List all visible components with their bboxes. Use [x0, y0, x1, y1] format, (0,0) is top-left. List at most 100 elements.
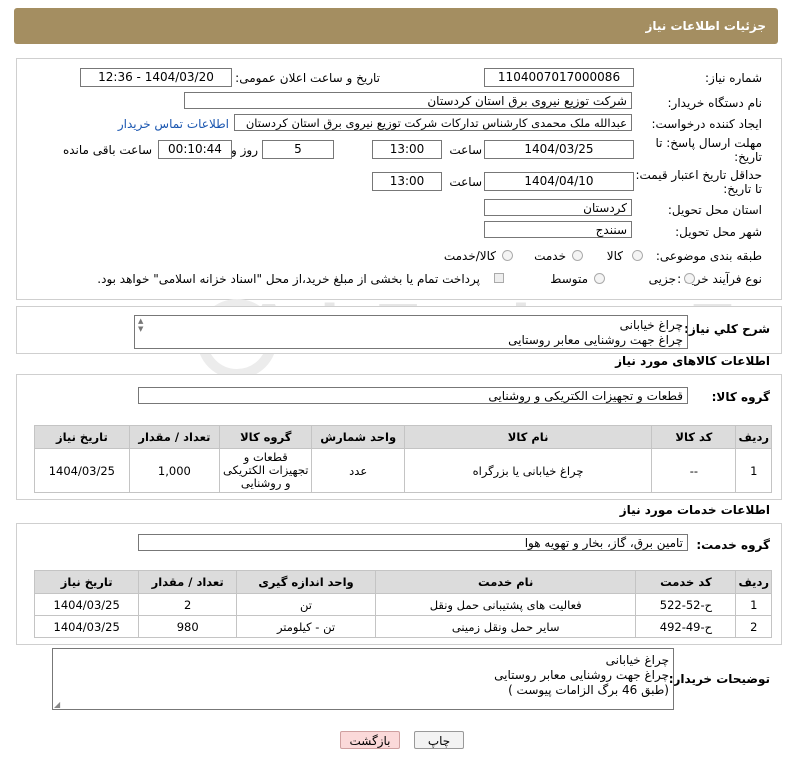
page-header: جزئیات اطلاعات نیاز [14, 8, 778, 44]
table-row: 1 ح-52-522 فعالیت های پشتیبانی حمل ونقل … [33, 593, 772, 616]
validity-time-field: 13:00 [372, 172, 442, 191]
services-table: ردیف کد خدمت نام خدمت واحد اندازه گیری ت… [33, 570, 772, 638]
deadline-label-2: تاریخ: [734, 150, 762, 164]
col-name: نام کالا [403, 425, 653, 449]
col-group: گروه کالا [219, 425, 313, 449]
col-qty: تعداد / مقدار [138, 570, 238, 594]
goods-qty: 1,000 [128, 448, 221, 493]
service-date: 1404/03/25 [33, 615, 140, 638]
summary-textarea[interactable]: چراغ خیابانی چراغ جهت روشنایی معابر روست… [134, 315, 688, 349]
buyer-notes-line-2: چراغ جهت روشنایی معابر روستایی [494, 668, 669, 682]
creator-field: عبدالله ملک محمدی کارشناس تدارکات شرکت ت… [234, 114, 632, 131]
services-group-field: تامین برق، گاز، بخار و تهویه هوا [138, 534, 688, 551]
buyer-contact-link[interactable]: اطلاعات تماس خریدار [118, 117, 229, 131]
col-unit: واحد شمارش [311, 425, 405, 449]
remaining-label: ساعت باقی مانده [62, 143, 152, 157]
services-table-header: ردیف کد خدمت نام خدمت واحد اندازه گیری ت… [33, 570, 772, 594]
validity-time-label: ساعت [449, 175, 482, 189]
validity-label-1: حداقل تاریخ اعتبار قیمت: [635, 168, 762, 182]
category-option-service: خدمت [534, 249, 566, 263]
table-row: 1 -- چراغ خیابانی یا بزرگراه عدد قطعات و… [34, 448, 772, 493]
col-row: ردیف [735, 425, 772, 449]
city-field: سنندج [484, 221, 632, 238]
buyer-org-field: شرکت توزیع نیروی برق استان کردستان [184, 92, 632, 109]
table-row: 2 ح-49-492 سایر حمل ونقل زمینی تن - کیلو… [33, 615, 772, 638]
province-label: استان محل تحویل: [667, 203, 762, 217]
goods-group-label: گروه کالا: [711, 390, 770, 404]
goods-section-title: اطلاعات کالاهای مورد نیاز [615, 354, 770, 368]
col-date: تاریخ نیاز [33, 570, 140, 594]
days-field: 5 [262, 140, 334, 159]
process-option-medium: متوسط [550, 272, 588, 286]
scroll-arrows-icon[interactable]: ▲ ▼ [138, 317, 143, 333]
col-code: کد خدمت [635, 570, 737, 594]
col-qty: تعداد / مقدار [128, 425, 221, 449]
process-option-minor: جزیی [648, 272, 676, 286]
goods-group-field: قطعات و تجهیزات الکتریکی و روشنایی [138, 387, 688, 404]
need-number-field: 1104007017000086 [484, 68, 634, 87]
print-button[interactable]: چاپ [414, 731, 464, 749]
buyer-notes-label: توضیحات خریدار: [668, 672, 770, 686]
goods-code: -- [651, 448, 737, 493]
service-qty: 2 [138, 593, 238, 616]
process-radio-medium[interactable] [594, 273, 605, 284]
category-radio-service[interactable] [572, 250, 583, 261]
service-name: سایر حمل ونقل زمینی [374, 615, 637, 638]
row-index: 2 [735, 615, 772, 638]
service-date: 1404/03/25 [33, 593, 140, 616]
remaining-time-field: 00:10:44 [158, 140, 232, 159]
buyer-notes-textarea[interactable]: چراغ خیابانی چراغ جهت روشنایی معابر روست… [52, 648, 674, 710]
summary-line-1: چراغ خیابانی [619, 318, 683, 332]
deadline-date-field: 1404/03/25 [484, 140, 634, 159]
buyer-notes-line-3: (طبق 46 برگ الزامات پیوست ) [508, 683, 669, 697]
deadline-time-field: 13:00 [372, 140, 442, 159]
row-index: 1 [735, 593, 772, 616]
days-label: روز و [231, 143, 258, 157]
service-qty: 980 [138, 615, 238, 638]
category-option-goods: کالا [606, 249, 623, 263]
back-button[interactable]: بازگشت [340, 731, 400, 749]
col-row: ردیف [735, 570, 772, 594]
category-radio-goods[interactable] [632, 250, 643, 261]
creator-label: ایجاد کننده درخواست: [651, 117, 762, 131]
summary-line-2: چراغ جهت روشنایی معابر روستایی [508, 333, 683, 347]
process-radio-minor[interactable] [684, 273, 695, 284]
page-title: جزئیات اطلاعات نیاز [645, 19, 766, 33]
row-index: 1 [735, 448, 772, 493]
service-code: ح-52-522 [635, 593, 737, 616]
service-code: ح-49-492 [635, 615, 737, 638]
buyer-notes-line-1: چراغ خیابانی [605, 653, 669, 667]
goods-name: چراغ خیابانی یا بزرگراه [403, 448, 653, 493]
col-unit: واحد اندازه گیری [236, 570, 376, 594]
col-name: نام خدمت [374, 570, 637, 594]
service-unit: تن - کیلومتر [236, 615, 376, 638]
category-radio-goods-service[interactable] [502, 250, 513, 261]
summary-label: شرح كلي نياز: [684, 322, 770, 336]
goods-table-header: ردیف کد کالا نام کالا واحد شمارش گروه کا… [34, 425, 772, 449]
announce-label: تاریخ و ساعت اعلان عمومی: [235, 71, 380, 85]
validity-label-2: تا تاریخ: [723, 182, 762, 196]
goods-group: قطعات و تجهیزات الکتریکی و روشنایی [219, 448, 313, 493]
category-option-goods-service: کالا/خدمت [443, 249, 496, 263]
col-code: کد کالا [651, 425, 737, 449]
goods-table: ردیف کد کالا نام کالا واحد شمارش گروه کا… [34, 425, 772, 493]
category-label: طبقه بندی موضوعی: [655, 249, 762, 263]
services-section-title: اطلاعات خدمات مورد نیاز [619, 503, 770, 517]
announce-datetime-field: 1404/03/20 - 12:36 [80, 68, 232, 87]
services-group-label: گروه خدمت: [696, 538, 770, 552]
buyer-org-label: نام دستگاه خریدار: [667, 96, 763, 110]
city-label: شهر محل تحویل: [675, 225, 762, 239]
service-unit: تن [236, 593, 376, 616]
goods-date: 1404/03/25 [34, 448, 130, 493]
deadline-time-label: ساعت [449, 143, 482, 157]
deadline-label-1: مهلت ارسال پاسخ: تا [655, 136, 762, 150]
need-number-label: شماره نیاز: [705, 71, 762, 85]
validity-date-field: 1404/04/10 [484, 172, 634, 191]
resize-handle-icon[interactable]: ◢ [54, 700, 60, 709]
treasury-payment-checkbox[interactable] [494, 273, 504, 283]
treasury-payment-note: پرداخت تمام یا بخشی از مبلغ خرید،از محل … [97, 272, 480, 286]
province-field: کردستان [484, 199, 632, 216]
service-name: فعالیت های پشتیبانی حمل ونقل [374, 593, 637, 616]
goods-unit: عدد [311, 448, 405, 493]
col-date: تاریخ نیاز [34, 425, 130, 449]
